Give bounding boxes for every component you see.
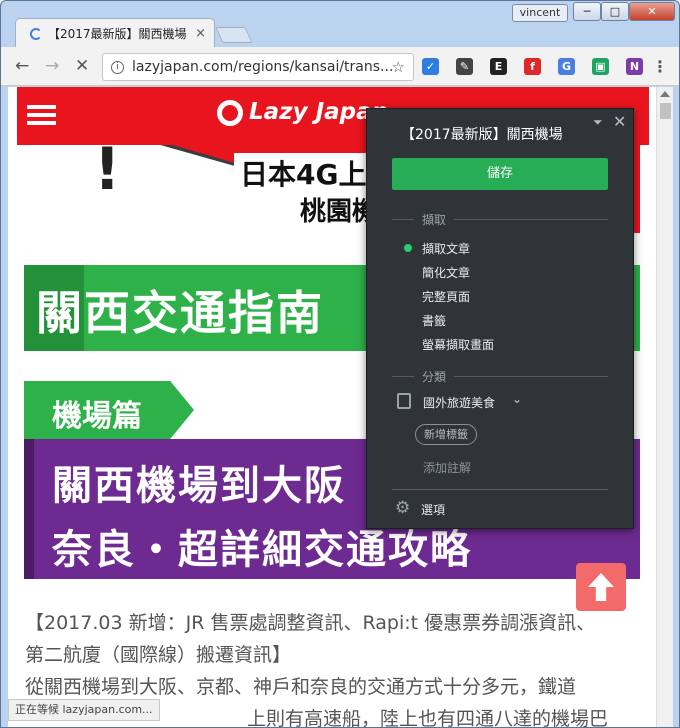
todo-extension-icon[interactable]: ✓	[422, 58, 439, 75]
save-button[interactable]: 儲存	[392, 158, 608, 190]
exclamation-icon: !	[94, 145, 121, 203]
tab-close-icon[interactable]: ×	[195, 26, 206, 41]
hero-line-1: 關西機場到大阪	[52, 463, 346, 509]
article-line: 【2017.03 新增：JR 售票處調整資訊、Rapi:t 優惠票券調漲資訊、	[25, 612, 596, 634]
profile-button[interactable]: vincent	[512, 4, 568, 22]
popup-close-icon[interactable]: ✕	[613, 112, 626, 131]
category-tag-label: 機場篇	[52, 399, 142, 434]
clip-option-bookmark[interactable]: 書籤	[422, 312, 446, 329]
tab-strip: 【2017最新版】關西機場 × vincent ─ □ ✕	[1, 1, 679, 48]
arrow-up-icon	[588, 573, 614, 601]
add-note-field[interactable]: 添加註解	[423, 459, 471, 476]
promo-line-1: 日本4G上	[234, 153, 373, 193]
feather-extension-icon[interactable]: ✎	[456, 58, 473, 75]
flipboard-extension-icon[interactable]: f	[524, 58, 541, 75]
status-bar: 正在等候 lazyjapan.com...	[8, 699, 160, 721]
clip-option-simplified[interactable]: 簡化文章	[422, 264, 470, 281]
loading-icon	[30, 27, 42, 40]
close-window-button[interactable]: ✕	[629, 2, 675, 21]
bookmark-star-icon[interactable]: ☆	[392, 58, 405, 76]
clip-title[interactable]: 【2017最新版】關西機場	[401, 124, 563, 144]
notebook-selector[interactable]: 國外旅遊美食	[423, 394, 495, 411]
notebook-section-header: 分類	[392, 368, 608, 385]
minimize-button[interactable]: ─	[573, 2, 601, 21]
selected-indicator-icon	[404, 244, 412, 252]
back-button[interactable]: ←	[15, 57, 29, 75]
browser-menu-icon[interactable]: ⋮	[652, 57, 668, 76]
browser-window: 【2017最新版】關西機場 × vincent ─ □ ✕ ← → ✕ i la…	[0, 0, 680, 728]
gear-icon[interactable]: ⚙	[395, 498, 410, 518]
notebook-icon	[397, 393, 411, 409]
onenote-extension-icon[interactable]: N	[626, 58, 643, 75]
back-to-top-button[interactable]	[576, 563, 626, 611]
category-tag: 機場篇	[24, 381, 194, 439]
forward-button[interactable]: →	[45, 57, 59, 75]
clip-option-screenshot[interactable]: 螢幕擷取畫面	[422, 336, 494, 353]
page-scrollbar[interactable]	[656, 87, 673, 727]
chevron-down-icon[interactable]: ⌄	[512, 392, 522, 406]
scroll-thumb[interactable]	[660, 103, 671, 119]
hamburger-menu-icon[interactable]	[27, 105, 56, 109]
address-bar[interactable]: i lazyjapan.com/regions/kansai/trans... …	[102, 53, 414, 81]
scroll-up-icon[interactable]	[660, 91, 670, 97]
maximize-button[interactable]: □	[601, 2, 629, 21]
collapse-icon[interactable]: ⏷	[593, 115, 603, 130]
logo-mark-icon	[217, 99, 243, 126]
add-tag-button[interactable]: 新增標籤	[415, 424, 477, 445]
new-tab-button[interactable]	[215, 27, 253, 43]
clip-option-full-page[interactable]: 完整頁面	[422, 288, 470, 305]
url-text[interactable]: lazyjapan.com/regions/kansai/trans...	[132, 59, 392, 75]
guide-banner-title: 關西交通指南	[36, 286, 324, 340]
browser-toolbar: ← → ✕ i lazyjapan.com/regions/kansai/tra…	[1, 47, 679, 86]
translate-extension-icon[interactable]: G	[558, 58, 575, 75]
site-logo[interactable]: Lazy Japan	[217, 99, 388, 126]
evernote-extension-icon[interactable]: E	[490, 58, 507, 75]
stop-button[interactable]: ✕	[75, 57, 89, 75]
clip-option-article[interactable]: 擷取文章	[422, 240, 470, 257]
tab-active[interactable]: 【2017最新版】關西機場 ×	[15, 18, 215, 48]
tab-title: 【2017最新版】關西機場	[48, 27, 187, 41]
classroom-extension-icon[interactable]: ▣	[592, 58, 609, 75]
settings-link[interactable]: 選項	[421, 501, 445, 518]
web-clipper-popup: ⏷ ✕ 【2017最新版】關西機場 儲存 擷取 擷取文章 簡化文章 完整頁面 書…	[366, 108, 634, 529]
info-icon[interactable]: i	[111, 60, 124, 74]
divider	[392, 489, 608, 490]
article-line: 第二航廈（國際線）搬遷資訊】	[25, 644, 292, 666]
clip-section-header: 擷取	[392, 211, 608, 228]
